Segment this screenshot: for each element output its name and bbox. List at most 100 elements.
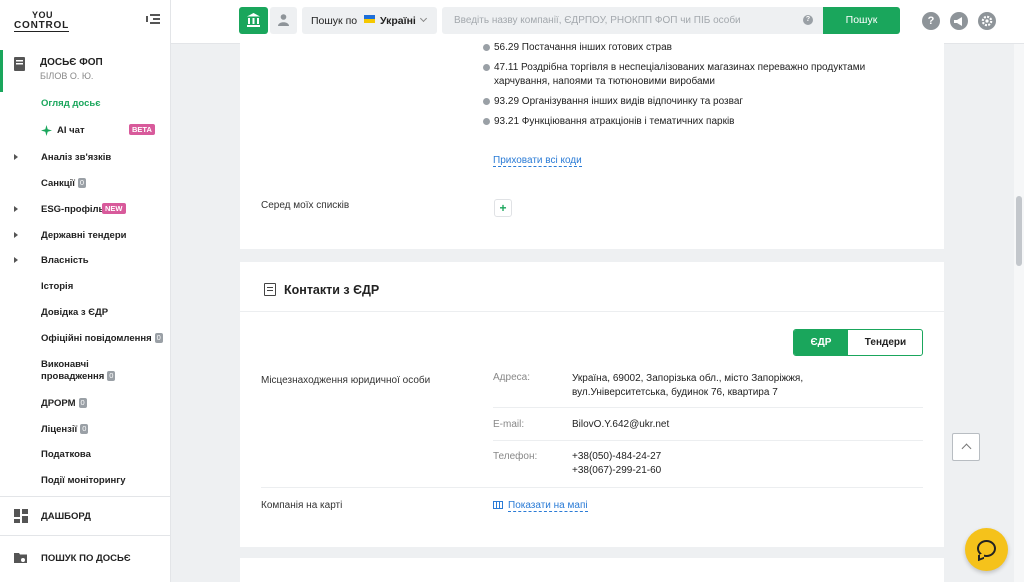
megaphone-icon[interactable] [950,12,968,30]
kved-item: 93.29 Організування інших видів відпочин… [483,95,914,109]
map-icon [493,501,503,509]
kved-item: 56.29 Постачання інших готових страв [483,41,914,55]
divider [493,440,923,441]
dossier-header[interactable]: ДОСЬЄ ФОП БІЛОВ О. Ю. [0,50,171,92]
logo-line2: CONTROL [14,20,70,32]
sidebar-item-esg[interactable]: ESG-профіль NEW [0,200,170,220]
search-dossier-nav[interactable]: ПОШУК ПО ДОСЬЄ [0,543,171,573]
sidebar-item-label-wrap: Санкції 0 [41,178,87,189]
location-label: Місцезнаходження юридичної особи [261,375,431,386]
contacts-card: Контакти з ЄДР ЄДР Тендери Місцезнаходже… [240,262,944,547]
sidebar-item-drorm[interactable]: ДРОРМ 0 [0,394,170,414]
logo-line1: YOU [32,10,54,20]
sidebar-item-overview[interactable]: Огляд досьє [0,94,170,114]
gear-icon[interactable] [978,12,996,30]
dashboard-icon [14,509,28,523]
toggle-tenders[interactable]: Тендери [848,330,922,355]
question-icon[interactable]: ? [922,12,940,30]
sidebar-item-tax[interactable]: Податкова [0,445,170,465]
sidebar-item-label-wrap: ДРОРМ 0 [41,398,87,409]
sidebar-item-enforcement[interactable]: Виконавчі провадження 0 [0,357,170,385]
show-on-map-link[interactable]: Показати на мапі [493,500,588,512]
logo[interactable]: YOU CONTROL [14,10,70,32]
phone-1: +38(050)-484-24-27 [572,451,662,462]
phone-2: +38(067)-299-21-60 [572,465,662,476]
sidebar-item-monitoring[interactable]: Події моніторингу [0,471,170,491]
sidebar-item-sanctions[interactable]: Санкції 0 [0,174,170,194]
sidebar-item-official-notices[interactable]: Офіційні повідомлення 0 [0,329,170,349]
sidebar-item-label-line2: провадження [41,371,105,382]
search-help-icon[interactable]: ? [803,15,813,25]
kved-text: 93.29 Організування інших видів відпочин… [494,96,744,107]
divider [0,496,171,497]
sidebar-item-label-wrap: Офіційні повідомлення 0 [41,333,163,344]
dossier-icon [14,57,25,71]
sidebar-item-tenders[interactable]: Державні тендери [0,226,170,246]
search-scope-prefix: Пошук по [311,15,358,27]
count-badge: 0 [77,178,87,188]
hide-codes-link[interactable]: Приховати всі коди [493,155,582,167]
dossier-title: ДОСЬЄ ФОП [40,57,103,68]
sidebar-item-label: Огляд досьє [41,98,101,109]
map-label: Компанія на карті [261,500,343,511]
bullet-icon [483,118,490,125]
sidebar-item-label-wrap: Виконавчі провадження 0 [41,359,116,383]
menu-collapse-icon[interactable] [146,13,160,25]
show-on-map-text: Показати на мапі [508,500,588,512]
chat-icon-tail [978,552,984,562]
sidebar-item-licenses[interactable]: Ліцензії 0 [0,420,170,440]
email-link[interactable]: BilovO.Y.642@ukr.net [572,418,669,432]
arrow-up-icon [961,443,972,454]
sidebar: YOU CONTROL ДОСЬЄ ФОП БІЛОВ О. Ю. Огляд … [0,0,171,582]
address-value: Україна, 69002, Запорізька обл., місто З… [572,372,803,400]
dashboard-nav[interactable]: ДАШБОРД [0,501,171,531]
toggle-edr[interactable]: ЄДР [794,330,848,355]
search-button[interactable]: Пошук [823,7,900,34]
sidebar-item-links-analysis[interactable]: Аналіз зв'язків [0,148,170,168]
add-to-list-button[interactable]: + [494,199,512,217]
ukraine-flag-icon [364,15,375,23]
scrollbar-thumb[interactable] [1016,196,1022,266]
sidebar-item-label: ДРОРМ [41,398,76,409]
sidebar-item-label: Події моніторингу [41,475,126,486]
sidebar-item-history[interactable]: Історія [0,277,170,297]
sidebar-item-label: Довідка з ЄДР [41,307,109,318]
bullet-icon [483,98,490,105]
sidebar-item-property[interactable]: Власність [0,251,170,271]
kved-text: 56.29 Постачання інших готових страв [494,42,672,53]
sidebar-item-label-wrap: Ліцензії 0 [41,424,89,435]
address-label: Адреса: [493,372,530,383]
sidebar-item-label: Податкова [41,449,91,460]
sidebar-item-label: ESG-профіль [41,204,105,215]
sidebar-item-label: Власність [41,255,89,266]
search-scope-country: Україні [380,15,416,27]
sparkle-icon [41,125,52,136]
sidebar-item-label: Офіційні повідомлення [41,333,152,344]
count-badge: 0 [107,371,116,381]
divider [0,535,171,536]
search-input[interactable] [442,7,823,34]
search-dossier-label: ПОШУК ПО ДОСЬЄ [41,553,131,564]
person-search-button[interactable] [270,7,297,34]
map-card [240,558,944,582]
search-scope-select[interactable]: Пошук по Україні [302,7,437,34]
sidebar-item-edr-extract[interactable]: Довідка з ЄДР [0,303,170,323]
contacts-header: Контакти з ЄДР [240,262,944,312]
scrollbar[interactable] [1014,44,1024,582]
divider [261,487,923,488]
count-badge: 0 [154,333,163,343]
chevron-down-icon [419,14,428,23]
dashboard-label: ДАШБОРД [41,511,91,522]
count-badge: 0 [78,398,87,408]
kved-text: 47.11 Роздрібна торгівля в неспеціалізов… [494,62,866,87]
expand-arrow-icon [14,257,18,263]
scroll-to-top-button[interactable] [952,433,980,461]
chat-button[interactable] [965,528,1008,571]
kved-text: 93.21 Функціювання атракціонів і тематич… [494,116,735,127]
expand-arrow-icon [14,206,18,212]
divider [493,407,923,408]
document-icon [264,283,276,296]
institution-button[interactable] [239,7,268,34]
bullet-icon [483,44,490,51]
sidebar-item-ai-chat[interactable]: AI чат BETA [0,121,170,141]
